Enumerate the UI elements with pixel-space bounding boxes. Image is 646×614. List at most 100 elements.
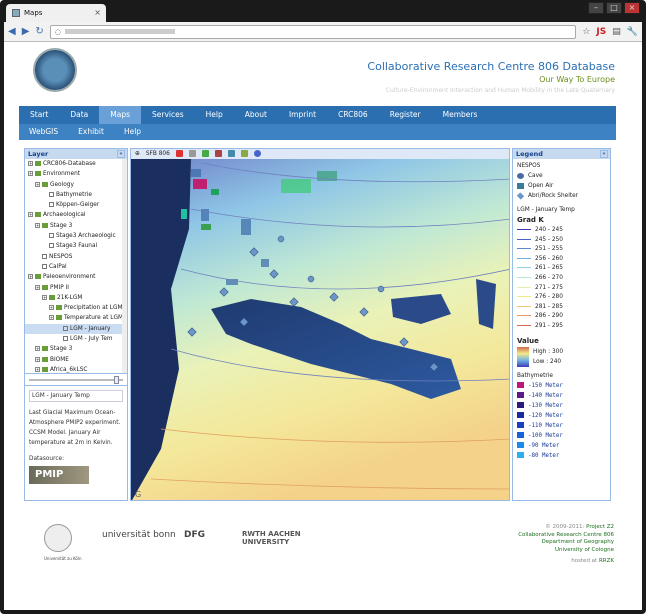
map-view[interactable]: ⊕ SFB 806 G: [130, 148, 510, 501]
menu-members[interactable]: Members: [432, 106, 489, 124]
expand-toggle-icon[interactable]: +: [49, 305, 54, 311]
tree-node[interactable]: + Stage 3: [25, 344, 127, 354]
temp-range-item: 276 - 280: [517, 293, 606, 303]
expand-toggle-icon[interactable]: +: [35, 181, 40, 187]
tree-node[interactable]: LGM - January: [25, 323, 127, 335]
js-extension-icon[interactable]: JS: [596, 27, 606, 37]
opacity-slider[interactable]: [25, 374, 127, 386]
isotherm-swatch: [517, 257, 531, 259]
tree-scrollbar[interactable]: [122, 159, 127, 373]
tree-node[interactable]: Stage3 Faunal: [25, 241, 127, 251]
layer-checkbox[interactable]: [63, 325, 68, 331]
collapse-legend-icon[interactable]: »: [600, 150, 608, 158]
expand-toggle-icon[interactable]: +: [42, 294, 47, 300]
submenu-webgis[interactable]: WebGIS: [19, 124, 68, 140]
rwth-logo[interactable]: RWTH AACHEN UNIVERSITY: [242, 530, 312, 546]
layer-checkbox[interactable]: [42, 253, 47, 259]
info-icon[interactable]: [253, 150, 261, 157]
expand-toggle-icon[interactable]: +: [35, 222, 40, 228]
reload-icon[interactable]: ↻: [35, 26, 43, 37]
menu-data[interactable]: Data: [59, 106, 99, 124]
expand-toggle-icon[interactable]: +: [35, 356, 40, 362]
temp-range-item: 256 - 260: [517, 255, 606, 265]
expand-toggle-icon[interactable]: +: [35, 284, 40, 290]
tree-node[interactable]: + Paleoenvironment: [25, 272, 127, 282]
tree-node[interactable]: CalPal: [25, 262, 127, 272]
tree-node[interactable]: NESPOS: [25, 252, 127, 262]
tree-node[interactable]: + CRC806-Database: [25, 159, 127, 169]
dfg-logo[interactable]: DFG: [184, 530, 205, 540]
menu-crc806[interactable]: CRC806: [327, 106, 379, 124]
tree-node[interactable]: + Archaeological: [25, 210, 127, 220]
tree-node[interactable]: Bathymetrie: [25, 190, 127, 200]
tree-node[interactable]: + BIOME: [25, 355, 127, 365]
tree-node[interactable]: LGM - July Tem: [25, 334, 127, 344]
submenu-exhibit[interactable]: Exhibit: [68, 124, 114, 140]
menu-help[interactable]: Help: [195, 106, 234, 124]
dept-link[interactable]: Department of Geography: [518, 539, 614, 547]
map-canvas[interactable]: G: [131, 149, 510, 501]
print-icon[interactable]: [188, 150, 196, 157]
collapse-panel-icon[interactable]: «: [117, 150, 125, 158]
layer-checkbox[interactable]: [63, 336, 68, 342]
maximize-button[interactable]: □: [606, 2, 622, 14]
pan-icon[interactable]: [227, 150, 235, 157]
close-tab-icon[interactable]: ×: [94, 8, 101, 17]
uni-link[interactable]: University of Cologne: [518, 547, 614, 555]
tree-node[interactable]: Köppen-Geiger: [25, 200, 127, 210]
back-icon[interactable]: ◀: [8, 26, 16, 37]
tree-node[interactable]: + Geology: [25, 180, 127, 190]
expand-toggle-icon[interactable]: +: [49, 315, 54, 321]
zoom-in-icon[interactable]: [201, 150, 209, 157]
uni-bonn-logo[interactable]: universität bonn: [102, 530, 176, 540]
menu-maps[interactable]: Maps: [99, 106, 141, 124]
full-extent-icon[interactable]: [240, 150, 248, 157]
close-window-button[interactable]: ×: [624, 2, 640, 14]
tree-node[interactable]: + Environment: [25, 169, 127, 179]
menu-about[interactable]: About: [234, 106, 278, 124]
tree-node[interactable]: + Precipitation at LGM: [25, 303, 127, 313]
tree-node-label: 21K-LGM: [57, 294, 83, 301]
menu-start[interactable]: Start: [19, 106, 59, 124]
layer-checkbox[interactable]: [49, 233, 54, 239]
uni-cologne-logo[interactable]: Universität zu Köln: [44, 524, 82, 562]
pmip-logo[interactable]: PMIP: [29, 466, 89, 484]
zoom-out-icon[interactable]: [214, 150, 222, 157]
tree-node[interactable]: + Stage 3: [25, 221, 127, 231]
layer-checkbox[interactable]: [49, 191, 54, 197]
host-link[interactable]: RRZK: [599, 558, 614, 564]
expand-toggle-icon[interactable]: +: [35, 366, 40, 372]
menu-services[interactable]: Services: [141, 106, 195, 124]
expand-toggle-icon[interactable]: +: [28, 161, 33, 166]
forward-icon[interactable]: ▶: [22, 26, 30, 37]
layer-checkbox[interactable]: [49, 243, 54, 249]
expand-toggle-icon[interactable]: +: [35, 346, 40, 352]
pdf-export-icon[interactable]: [175, 150, 183, 157]
layer-checkbox[interactable]: [49, 202, 54, 208]
map-home-icon[interactable]: ⊕: [135, 149, 140, 159]
menu-register[interactable]: Register: [379, 106, 432, 124]
expand-toggle-icon[interactable]: +: [28, 171, 33, 177]
layer-checkbox[interactable]: [42, 263, 47, 269]
bookmark-star-icon[interactable]: ☆: [582, 27, 590, 37]
expand-toggle-icon[interactable]: +: [28, 274, 33, 280]
expand-toggle-icon[interactable]: +: [28, 212, 33, 218]
minimize-button[interactable]: –: [588, 2, 604, 14]
browser-tab[interactable]: Maps ×: [6, 4, 106, 22]
slider-knob[interactable]: [114, 375, 119, 384]
tree-node[interactable]: Stage3 Archaeologic: [25, 231, 127, 241]
tree-node[interactable]: + PMIP II: [25, 283, 127, 293]
tree-node[interactable]: + Temperature at LGM: [25, 313, 127, 323]
tree-node[interactable]: +21K-LGM: [25, 293, 127, 303]
wrench-icon[interactable]: 🔧: [627, 27, 638, 37]
page-menu-icon[interactable]: ▤: [612, 27, 621, 37]
project-link[interactable]: Project Z2: [586, 524, 614, 530]
menu-imprint[interactable]: Imprint: [278, 106, 327, 124]
submenu-help[interactable]: Help: [114, 124, 151, 140]
address-bar[interactable]: ◌: [49, 24, 577, 39]
crc806-logo[interactable]: [33, 48, 77, 92]
temp-ranges: 240 - 245 245 - 250 251 - 255 256 - 260 261 …: [517, 226, 606, 332]
org-link[interactable]: Collaborative Research Centre 806: [518, 532, 614, 540]
temp-range-item: 261 - 265: [517, 264, 606, 274]
tree-node[interactable]: + Africa_6kLSC: [25, 365, 127, 373]
